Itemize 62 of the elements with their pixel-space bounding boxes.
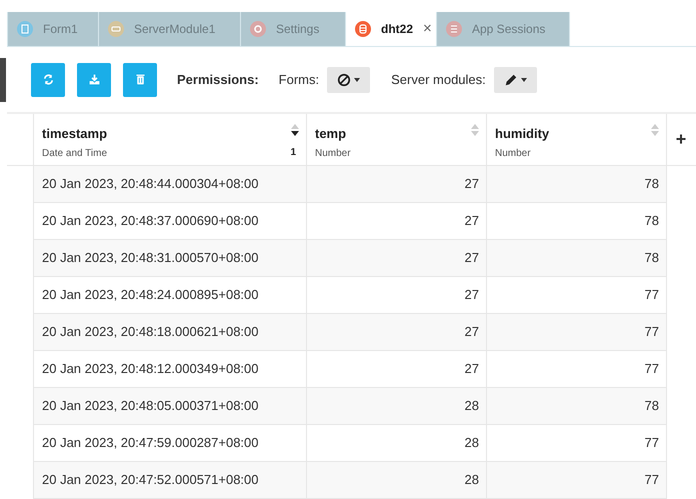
table-cell: 78 bbox=[487, 203, 667, 240]
table-cell: 20 Jan 2023, 20:47:52.000571+08:00 bbox=[34, 462, 307, 499]
permission-dropdown[interactable] bbox=[327, 66, 370, 92]
table-cell: 78 bbox=[487, 166, 667, 203]
table-cell: 27 bbox=[307, 351, 487, 388]
table-cell: 27 bbox=[307, 277, 487, 314]
column-type: Date and Time bbox=[42, 146, 108, 160]
gear-icon bbox=[250, 21, 266, 37]
no-entry-icon bbox=[337, 72, 352, 86]
column-header: timestamp bbox=[42, 125, 108, 143]
download-icon bbox=[88, 73, 100, 86]
tab[interactable]: ServerModule1 bbox=[99, 12, 241, 46]
refresh-button[interactable] bbox=[31, 62, 65, 96]
forms-label: Forms: bbox=[278, 70, 320, 89]
table-cell: 77 bbox=[487, 351, 667, 388]
permission-dropdown[interactable] bbox=[494, 66, 537, 92]
table-cell: 27 bbox=[307, 203, 487, 240]
trash-icon bbox=[134, 73, 146, 86]
server-modules-label: Server modules: bbox=[391, 70, 486, 89]
table-cell: 27 bbox=[307, 240, 487, 277]
database-icon bbox=[355, 21, 371, 37]
table-cell: 28 bbox=[307, 388, 487, 425]
table-cell: 78 bbox=[487, 240, 667, 277]
pencil-icon bbox=[504, 72, 518, 86]
download-button[interactable] bbox=[77, 62, 111, 96]
table-cell: 20 Jan 2023, 20:48:18.000621+08:00 bbox=[34, 314, 307, 351]
delete-button[interactable] bbox=[123, 62, 157, 96]
table-cell: 77 bbox=[487, 314, 667, 351]
list-icon bbox=[446, 21, 462, 37]
column-header: temp bbox=[315, 125, 346, 143]
table-cell: 20 Jan 2023, 20:48:12.000349+08:00 bbox=[34, 351, 307, 388]
table-cell: 78 bbox=[487, 388, 667, 425]
form-icon bbox=[17, 21, 33, 37]
column-header: humidity bbox=[495, 125, 550, 143]
server-icon bbox=[108, 21, 124, 37]
tab[interactable]: Form1 bbox=[8, 12, 99, 46]
table-cell: 20 Jan 2023, 20:48:37.000690+08:00 bbox=[34, 203, 307, 240]
table-cell: 77 bbox=[487, 462, 667, 499]
add-column-button[interactable]: + bbox=[667, 114, 695, 165]
refresh-icon bbox=[42, 73, 54, 86]
sort-order: 1 bbox=[290, 146, 296, 160]
sort-icon[interactable] bbox=[291, 124, 299, 136]
permissions-label: Permissions: bbox=[177, 70, 259, 89]
table-cell: 20 Jan 2023, 20:47:59.000287+08:00 bbox=[34, 425, 307, 462]
caret-icon bbox=[520, 78, 527, 82]
column-type: Number bbox=[315, 146, 351, 160]
table-cell: 77 bbox=[487, 425, 667, 462]
table-cell: 27 bbox=[307, 166, 487, 203]
caret-icon bbox=[354, 78, 360, 82]
tab[interactable]: App Sessions bbox=[437, 12, 570, 46]
table-cell: 20 Jan 2023, 20:48:31.000570+08:00 bbox=[34, 240, 307, 277]
table-cell: 77 bbox=[487, 277, 667, 314]
table-cell: 27 bbox=[307, 314, 487, 351]
side-marker bbox=[0, 58, 6, 102]
table-cell: 28 bbox=[307, 425, 487, 462]
tab[interactable]: Settings bbox=[241, 12, 346, 46]
column-type: Number bbox=[495, 146, 531, 160]
table-cell: 20 Jan 2023, 20:48:44.000304+08:00 bbox=[34, 166, 307, 203]
table-cell: 28 bbox=[307, 462, 487, 499]
table-cell: 20 Jan 2023, 20:48:05.000371+08:00 bbox=[34, 388, 307, 425]
close-icon[interactable]: × bbox=[423, 18, 432, 40]
table-cell: 20 Jan 2023, 20:48:24.000895+08:00 bbox=[34, 277, 307, 314]
